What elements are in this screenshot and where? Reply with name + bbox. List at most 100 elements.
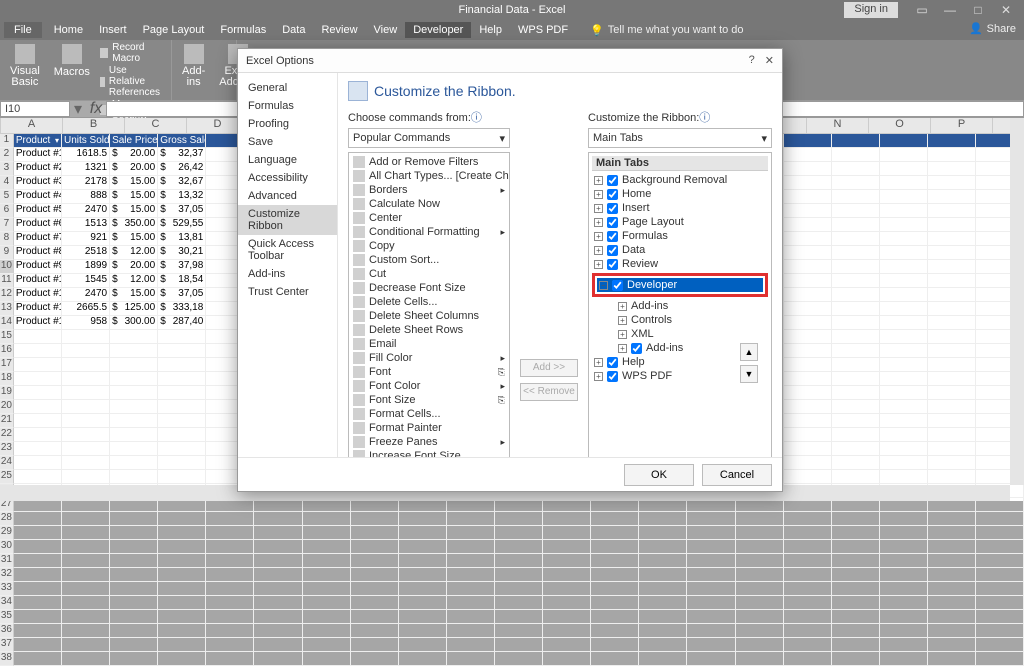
cell[interactable] — [62, 512, 110, 526]
cell[interactable] — [784, 400, 832, 414]
row-header[interactable]: 5 — [0, 190, 14, 204]
cell[interactable] — [254, 526, 302, 540]
cell[interactable]: $20.00 — [110, 148, 158, 162]
command-item[interactable]: Calculate Now — [351, 197, 507, 211]
cell[interactable] — [832, 260, 880, 274]
cell[interactable]: 1618.5 — [62, 148, 110, 162]
cell[interactable] — [254, 624, 302, 638]
cell[interactable] — [736, 638, 784, 652]
cell[interactable] — [303, 624, 351, 638]
cell[interactable] — [832, 302, 880, 316]
ok-button[interactable]: OK — [624, 464, 694, 486]
cell[interactable] — [928, 330, 976, 344]
command-item[interactable]: All Chart Types... [Create Chart] — [351, 169, 507, 183]
cell[interactable] — [447, 610, 495, 624]
tell-me[interactable]: 💡 Tell me what you want to do — [590, 24, 743, 37]
cell[interactable]: $15.00 — [110, 190, 158, 204]
cell[interactable] — [399, 540, 447, 554]
cell[interactable] — [928, 162, 976, 176]
cell[interactable] — [832, 428, 880, 442]
cell[interactable] — [206, 582, 254, 596]
row-header[interactable]: 33 — [0, 582, 14, 596]
row-header[interactable]: 19 — [0, 386, 14, 400]
cell[interactable] — [880, 134, 928, 148]
cell[interactable] — [62, 540, 110, 554]
cell[interactable] — [687, 596, 735, 610]
command-item[interactable]: Format Cells... — [351, 407, 507, 421]
cell[interactable] — [591, 596, 639, 610]
tab-data[interactable]: Data — [274, 22, 313, 38]
cell[interactable] — [110, 428, 158, 442]
cell[interactable] — [928, 260, 976, 274]
cell[interactable] — [158, 358, 206, 372]
cell[interactable] — [591, 610, 639, 624]
cell[interactable] — [880, 162, 928, 176]
cell[interactable] — [832, 190, 880, 204]
cell[interactable] — [14, 638, 62, 652]
cell[interactable] — [110, 568, 158, 582]
cell[interactable] — [447, 540, 495, 554]
cell[interactable] — [14, 344, 62, 358]
cell[interactable] — [784, 568, 832, 582]
cell[interactable] — [928, 526, 976, 540]
cell[interactable] — [14, 358, 62, 372]
command-item[interactable]: Delete Sheet Rows — [351, 323, 507, 337]
cell[interactable] — [14, 470, 62, 484]
column-header[interactable]: B — [63, 118, 125, 133]
cell[interactable] — [832, 344, 880, 358]
tree-node-developer[interactable]: − Developer — [597, 278, 763, 292]
cell[interactable] — [254, 610, 302, 624]
cell[interactable]: 2665.5 — [62, 302, 110, 316]
cell[interactable] — [784, 316, 832, 330]
column-header[interactable]: O — [869, 118, 931, 133]
cell[interactable] — [62, 372, 110, 386]
expand-icon[interactable]: + — [594, 246, 603, 255]
cell[interactable] — [110, 652, 158, 666]
row-header[interactable]: 32 — [0, 568, 14, 582]
cell[interactable] — [736, 526, 784, 540]
cell[interactable] — [351, 624, 399, 638]
cell[interactable] — [687, 652, 735, 666]
cell[interactable] — [784, 246, 832, 260]
cell[interactable]: $18,54 — [158, 274, 206, 288]
row-header[interactable]: 21 — [0, 414, 14, 428]
cell[interactable] — [399, 596, 447, 610]
cell[interactable] — [206, 554, 254, 568]
cell[interactable] — [62, 582, 110, 596]
cell[interactable] — [832, 162, 880, 176]
cell[interactable] — [784, 204, 832, 218]
cell[interactable] — [14, 624, 62, 638]
cell[interactable] — [928, 246, 976, 260]
cell[interactable] — [880, 554, 928, 568]
cell[interactable] — [14, 442, 62, 456]
cell[interactable] — [110, 442, 158, 456]
cell[interactable] — [158, 400, 206, 414]
cell[interactable]: $12.00 — [110, 246, 158, 260]
cell[interactable]: $15.00 — [110, 176, 158, 190]
tree-checkbox[interactable] — [607, 217, 618, 228]
cell[interactable] — [784, 330, 832, 344]
column-header[interactable]: A — [1, 118, 63, 133]
expand-icon[interactable]: + — [618, 330, 627, 339]
cell[interactable] — [928, 218, 976, 232]
record-macro-button[interactable]: Record Macro — [100, 42, 165, 64]
cell[interactable] — [832, 134, 880, 148]
cell[interactable] — [543, 512, 591, 526]
cell[interactable] — [928, 414, 976, 428]
cell[interactable] — [591, 554, 639, 568]
cell[interactable] — [399, 582, 447, 596]
tree-checkbox[interactable] — [607, 357, 618, 368]
row-header[interactable]: 38 — [0, 652, 14, 666]
cell[interactable] — [254, 596, 302, 610]
cell[interactable]: $26,42 — [158, 162, 206, 176]
tree-node[interactable]: +Page Layout — [592, 215, 768, 229]
cell[interactable] — [447, 624, 495, 638]
cell[interactable]: Product #10 — [14, 274, 62, 288]
command-item[interactable]: Add or Remove Filters — [351, 155, 507, 169]
cell[interactable] — [254, 512, 302, 526]
row-header[interactable]: 16 — [0, 344, 14, 358]
cell[interactable] — [976, 568, 1024, 582]
command-item[interactable]: Conditional Formatting▸ — [351, 225, 507, 239]
cell[interactable] — [832, 526, 880, 540]
cell[interactable] — [158, 624, 206, 638]
